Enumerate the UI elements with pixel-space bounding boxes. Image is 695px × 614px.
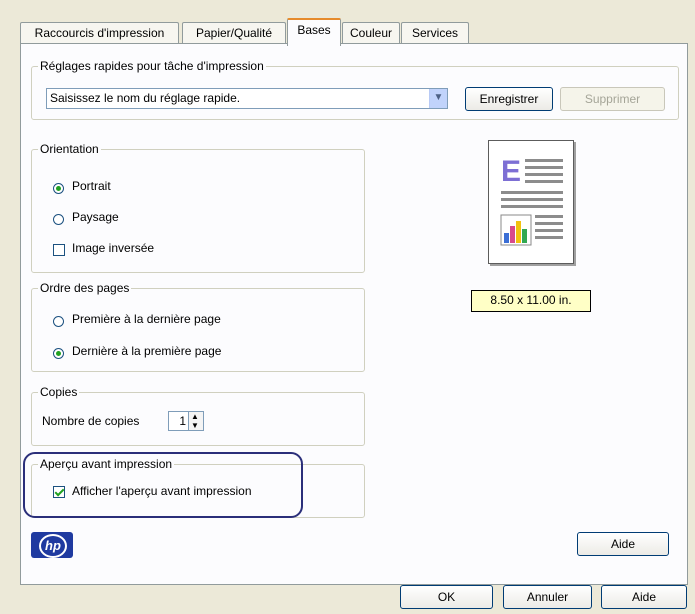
tab-color[interactable]: Couleur: [342, 22, 400, 44]
spin-up-icon[interactable]: ▲: [191, 412, 199, 421]
first-to-last-label[interactable]: Première à la dernière page: [72, 312, 221, 326]
page-preview-image: E: [488, 140, 574, 264]
chevron-down-icon[interactable]: ▼: [429, 89, 447, 108]
print-properties-dialog: Raccourcis d'impression Papier/Qualité B…: [0, 0, 695, 614]
hp-logo: hp: [31, 532, 73, 558]
help-button[interactable]: Aide: [601, 585, 687, 609]
tab-paper-quality[interactable]: Papier/Qualité: [182, 22, 286, 44]
mirror-image-checkbox[interactable]: [53, 244, 65, 256]
landscape-label[interactable]: Paysage: [72, 210, 119, 224]
portrait-label[interactable]: Portrait: [72, 179, 111, 193]
save-button[interactable]: Enregistrer: [465, 87, 553, 111]
quick-setting-name-combo[interactable]: Saisissez le nom du réglage rapide. ▼: [46, 88, 448, 109]
last-to-first-label[interactable]: Dernière à la première page: [72, 344, 221, 358]
first-to-last-radio[interactable]: [53, 316, 64, 327]
copies-title: Copies: [38, 385, 80, 399]
tab-print-shortcuts[interactable]: Raccourcis d'impression: [20, 22, 179, 44]
last-to-first-radio[interactable]: [53, 348, 64, 359]
ok-button[interactable]: OK: [400, 585, 493, 609]
paper-size-label: 8.50 x 11.00 in.: [471, 290, 591, 312]
cancel-button[interactable]: Annuler: [503, 585, 592, 609]
copies-label: Nombre de copies: [42, 414, 140, 428]
tab-panel: Réglages rapides pour tâche d'impression…: [20, 43, 688, 585]
highlight-outline: [23, 452, 303, 518]
copies-stepper[interactable]: 1 ▲ ▼: [168, 411, 204, 431]
quick-setting-name-text: Saisissez le nom du réglage rapide.: [50, 91, 241, 105]
page-order-title: Ordre des pages: [38, 281, 132, 295]
copies-spin-buttons[interactable]: ▲ ▼: [188, 412, 203, 430]
tab-basics[interactable]: Bases: [287, 18, 341, 46]
copies-value[interactable]: 1: [179, 414, 186, 428]
copies-group: Copies Nombre de copies 1 ▲ ▼: [31, 385, 365, 446]
mirror-image-label[interactable]: Image inversée: [72, 241, 154, 255]
tab-services[interactable]: Services: [401, 22, 469, 44]
hp-logo-mark: hp: [39, 534, 67, 558]
orientation-group: Orientation Portrait Paysage Image inver…: [31, 142, 365, 273]
help-panel-button[interactable]: Aide: [577, 532, 669, 556]
landscape-radio[interactable]: [53, 214, 64, 225]
spin-down-icon[interactable]: ▼: [191, 421, 199, 430]
document-page-icon: E: [500, 155, 563, 246]
orientation-title: Orientation: [38, 142, 101, 156]
quick-settings-title: Réglages rapides pour tâche d'impression: [38, 59, 266, 73]
quick-settings-group: Réglages rapides pour tâche d'impression…: [31, 59, 679, 120]
portrait-radio[interactable]: [53, 183, 64, 194]
delete-button[interactable]: Supprimer: [560, 87, 665, 111]
page-order-group: Ordre des pages Première à la dernière p…: [31, 281, 365, 372]
svg-text:E: E: [501, 155, 521, 188]
